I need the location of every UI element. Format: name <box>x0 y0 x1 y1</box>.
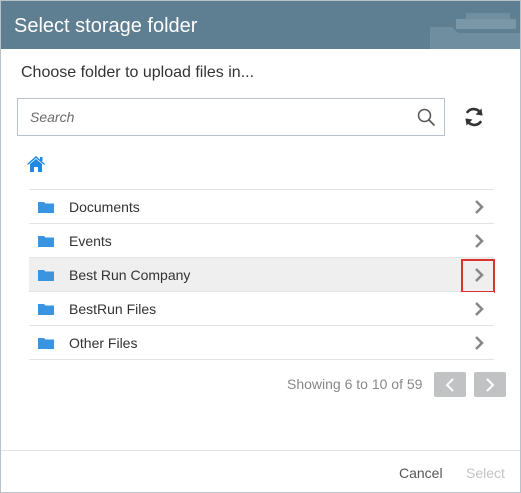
search-input[interactable] <box>18 99 408 135</box>
folder-row-events[interactable]: Events <box>29 224 494 258</box>
previous-page-button[interactable] <box>434 372 466 397</box>
search-box <box>17 98 445 136</box>
folder-row-other-files[interactable]: Other Files <box>29 326 494 360</box>
folder-icon <box>38 236 54 247</box>
folder-label: Events <box>69 233 112 249</box>
chevron-right-icon[interactable] <box>473 199 485 215</box>
folder-icon <box>38 270 54 281</box>
select-button[interactable]: Select <box>466 465 505 481</box>
chevron-right-icon[interactable] <box>473 301 485 317</box>
folder-watermark-icon <box>430 13 520 49</box>
refresh-icon[interactable] <box>463 106 485 128</box>
folder-label: Documents <box>69 199 140 215</box>
folder-label: Other Files <box>69 335 138 351</box>
folder-row-documents[interactable]: Documents <box>29 190 494 224</box>
home-icon[interactable] <box>26 155 46 173</box>
cancel-button[interactable]: Cancel <box>399 465 443 481</box>
chevron-left-icon <box>445 378 454 392</box>
folder-list: Documents Events Best Run Company BestRu… <box>29 189 495 360</box>
folder-label: BestRun Files <box>69 301 157 317</box>
folder-icon <box>38 202 54 213</box>
dialog-title: Select storage folder <box>14 15 198 37</box>
highlight-box <box>461 259 495 293</box>
folder-row-bestrun-files[interactable]: BestRun Files <box>29 292 494 326</box>
paging-status: Showing 6 to 10 of 59 <box>287 376 423 392</box>
select-storage-folder-dialog: Select storage folder Choose folder to u… <box>0 0 521 493</box>
next-page-button[interactable] <box>474 372 506 397</box>
folder-label: Best Run Company <box>69 267 191 283</box>
search-icon[interactable] <box>416 107 436 127</box>
folder-row-best-run-company[interactable]: Best Run Company <box>29 258 495 293</box>
folder-icon <box>38 338 54 349</box>
dialog-header: Select storage folder <box>1 1 520 49</box>
chevron-right-icon[interactable] <box>473 233 485 249</box>
footer-divider <box>1 450 520 451</box>
folder-icon <box>38 304 54 315</box>
chevron-right-icon[interactable] <box>473 335 485 351</box>
chevron-right-icon <box>486 378 495 392</box>
dialog-subtitle: Choose folder to upload files in... <box>21 64 255 81</box>
